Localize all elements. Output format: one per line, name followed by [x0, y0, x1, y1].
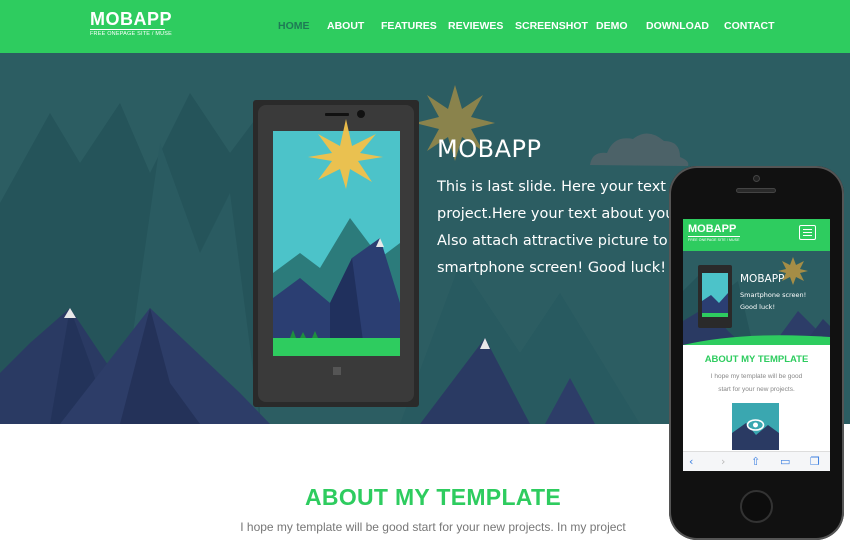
- mobile-about-text: I hope my template will be good start fo…: [693, 370, 820, 396]
- home-button[interactable]: [740, 490, 773, 523]
- mobile-portfolio-thumbnail[interactable]: [732, 403, 779, 450]
- nav-features[interactable]: FEATURES: [381, 20, 437, 32]
- windows-phone-illustration: [253, 100, 419, 407]
- mobile-hero-text: Smartphone screen! Good luck!: [740, 289, 830, 313]
- nav-reviewes[interactable]: REVIEWES: [448, 20, 503, 32]
- bookmarks-icon[interactable]: ▭: [780, 455, 790, 468]
- mobile-about-title: ABOUT MY TEMPLATE: [704, 354, 809, 365]
- nav-about[interactable]: ABOUT: [327, 20, 364, 32]
- nav-home[interactable]: HOME: [278, 20, 310, 32]
- hero-title: MOBAPP: [437, 135, 542, 163]
- share-icon[interactable]: ⇧: [751, 455, 760, 468]
- mobile-about-line: start for your new projects.: [718, 386, 795, 393]
- mobile-hero-line: Good luck!: [740, 303, 776, 311]
- mobile-navbar: MOBAPP FREE ONEPAGE SITE / MUSE: [683, 219, 830, 251]
- back-icon[interactable]: ‹: [689, 455, 693, 468]
- safari-toolbar: ‹ › ⇧ ▭ ❐: [683, 451, 830, 471]
- main-nav: HOME ABOUT FEATURES REVIEWES SCREENSHOT …: [0, 20, 850, 34]
- speaker-grille: [736, 188, 776, 193]
- top-navbar: MOBAPP FREE ONEPAGE SITE / MUSE HOME ABO…: [0, 0, 850, 53]
- hero-line: smartphone screen! Good luck!: [437, 260, 667, 276]
- hamburger-menu-icon[interactable]: [799, 225, 816, 240]
- nav-demo[interactable]: DEMO: [596, 20, 628, 32]
- mobile-hero-line: Smartphone screen!: [740, 291, 807, 299]
- page: MOBAPP FREE ONEPAGE SITE / MUSE HOME ABO…: [0, 0, 850, 540]
- tabs-icon[interactable]: ❐: [810, 455, 820, 468]
- mobile-logo-title[interactable]: MOBAPP: [688, 223, 736, 235]
- mobile-hero: MOBAPP Smartphone screen! Good luck!: [683, 251, 830, 345]
- mobile-hero-title: MOBAPP: [740, 273, 785, 285]
- hero-line: This is last slide. Here your text a: [437, 179, 677, 195]
- mobile-screen: MOBAPP FREE ONEPAGE SITE / MUSE MOBAPP S…: [683, 219, 830, 471]
- nav-download[interactable]: DOWNLOAD: [646, 20, 709, 32]
- camera-icon: [753, 175, 760, 182]
- cloud-illustration: [590, 133, 689, 166]
- hero-description: This is last slide. Here your text a pro…: [437, 174, 677, 282]
- nav-screenshot[interactable]: SCREENSHOT: [515, 20, 588, 32]
- iphone-mockup: MOBAPP FREE ONEPAGE SITE / MUSE MOBAPP S…: [669, 166, 844, 540]
- hero-line: project.Here your text about you: [437, 206, 675, 222]
- forward-icon[interactable]: ›: [721, 455, 725, 468]
- mobile-about-line: I hope my template will be good: [710, 373, 803, 380]
- mobile-logo-subtitle: FREE ONEPAGE SITE / MUSE: [688, 236, 740, 242]
- hero-line: Also attach attractive picture to: [437, 233, 668, 249]
- nav-contact[interactable]: CONTACT: [724, 20, 775, 32]
